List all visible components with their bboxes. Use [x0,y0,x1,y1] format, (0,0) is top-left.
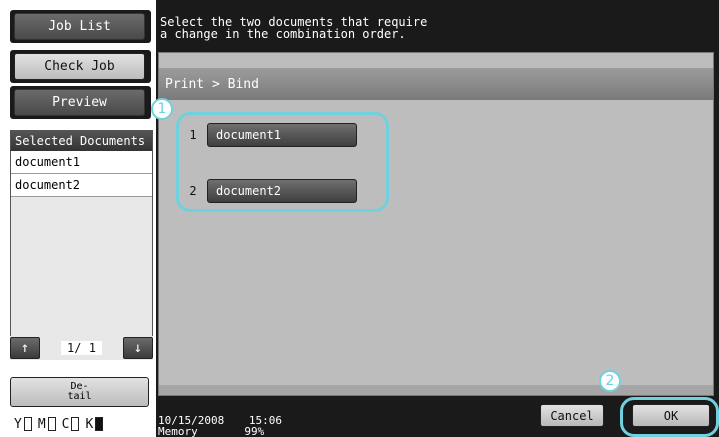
job-list-button[interactable]: Job List [14,13,145,40]
content-header: Print > Bind [159,68,713,100]
instruction-line-2: a change in the combination order. [160,27,406,41]
ok-button-highlight [620,397,719,437]
toner-k: K [85,416,104,432]
main-area: Select the two documents that require a … [156,0,719,437]
cancel-button[interactable]: Cancel [540,404,604,427]
memory-label: Memory [158,425,198,437]
content-bottom-bar [159,385,713,395]
detail-label-line2: tail [67,391,92,402]
arrow-down-icon[interactable]: ↓ [123,337,153,359]
toner-c-label: C [61,416,70,432]
page-indicator: 1/ 1 [61,341,102,355]
toner-m-label: M [37,416,46,432]
toner-y-label: Y [14,416,22,432]
toner-m: M [38,417,56,432]
document-selection-highlight [176,112,389,212]
toner-k-label: K [85,416,94,432]
list-item[interactable]: document2 [11,174,152,197]
toner-m-bar [47,417,56,431]
left-panel: Job List Check Job Preview Selected Docu… [0,0,156,437]
toner-y: Y [14,417,32,432]
content-panel: Print > Bind 1 document1 2 document2 [158,52,714,396]
instruction-message: Select the two documents that require a … [156,0,719,52]
toner-c: C [62,417,80,432]
callout-1: 1 [151,98,173,120]
pager: ↑ 1/ 1 ↓ [10,336,153,360]
list-item[interactable]: document1 [11,151,152,174]
print-bind-screen: Job List Check Job Preview Selected Docu… [0,0,719,437]
callout-2: 2 [599,370,621,392]
date-time-memory: 10/15/2008 15:06 Memory 99% [158,415,282,437]
toner-y-bar [23,417,32,431]
toner-levels: Y M C K [14,415,104,433]
detail-button[interactable]: De- tail [10,377,149,407]
memory-value: 99% [244,425,265,437]
selected-documents-header: Selected Documents [11,131,152,151]
toner-k-bar [95,417,104,431]
check-job-button[interactable]: Check Job [14,53,145,80]
selected-documents-list: Selected Documents document1 document2 [10,130,153,340]
arrow-up-icon[interactable]: ↑ [10,337,40,359]
toner-c-bar [71,417,80,431]
preview-button[interactable]: Preview [14,89,145,116]
